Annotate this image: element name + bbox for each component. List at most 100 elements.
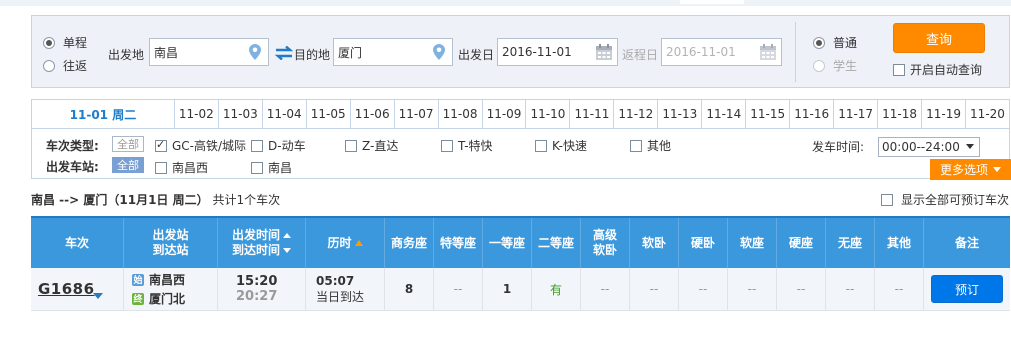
to-station: 终 厦门北 (132, 290, 185, 307)
date-tab[interactable]: 11-15 (745, 100, 790, 128)
cell-duration: 05:07 当日到达 (306, 268, 385, 310)
seat-count: -- (894, 282, 904, 296)
sort-down-icon[interactable] (283, 248, 291, 253)
checkbox[interactable] (893, 63, 905, 76)
seat-count: 1 (502, 282, 512, 296)
col-train-no-label: 车次 (64, 235, 89, 250)
show-all-checkbox[interactable]: 显示全部可预订车次 (881, 191, 1009, 208)
seat-count: -- (453, 282, 463, 296)
date-tab[interactable]: 11-02 (173, 100, 218, 128)
chevron-down-icon (966, 144, 974, 149)
expand-stops-icon[interactable] (93, 293, 103, 299)
date-tab[interactable]: 11-05 (305, 100, 350, 128)
checkbox[interactable] (535, 139, 547, 152)
col-stations: 出发站 到达站 (124, 218, 218, 268)
col-second: 二等座 (532, 218, 581, 268)
station-all-button[interactable]: 全部 (112, 157, 144, 173)
checkbox[interactable] (441, 139, 453, 152)
checkbox[interactable] (251, 161, 263, 174)
depart-date-label: 出发日 (458, 48, 495, 62)
col-times[interactable]: 出发时间 到达时间 (218, 218, 306, 268)
date-tab[interactable]: 11-17 (833, 100, 878, 128)
location-pin-icon[interactable] (433, 44, 445, 60)
from-label: 出发地 (108, 48, 145, 62)
date-tab[interactable]: 11-18 (877, 100, 922, 128)
train-count: 共计1个车次 (212, 193, 281, 207)
book-button[interactable]: 预订 (931, 275, 1003, 303)
sort-up-icon[interactable] (283, 233, 291, 238)
seat-count: -- (600, 282, 610, 296)
depart-time-select[interactable]: 00:00--24:00 (878, 137, 980, 157)
cell-remark: 预订 (924, 268, 1010, 310)
filter-other[interactable]: 其他 (630, 137, 671, 154)
filter-d[interactable]: D-动车 (251, 137, 306, 154)
date-tab[interactable]: 11-20 (965, 100, 1009, 128)
passenger-student-radio[interactable]: 学生 (813, 57, 857, 74)
search-button[interactable]: 查询 (893, 23, 985, 53)
date-tab[interactable]: 11-08 (437, 100, 482, 128)
col-from-station-label: 出发站 (152, 228, 189, 242)
table-header: 车次 出发站 到达站 出发时间 到达时间 历时 商务座 特等座 一等座 二等座 高… (31, 216, 1010, 268)
passenger-normal-label: 普通 (833, 36, 858, 50)
filter-z[interactable]: Z-直达 (345, 137, 398, 154)
date-tab[interactable]: 11-03 (217, 100, 262, 128)
end-station-icon: 终 (132, 292, 144, 305)
date-tab[interactable]: 11-06 (349, 100, 394, 128)
checkbox[interactable] (881, 193, 893, 206)
train-number-link[interactable]: G1686 (38, 280, 95, 298)
filter-t[interactable]: T-特快 (441, 137, 493, 154)
passenger-normal-radio[interactable]: 普通 (813, 34, 857, 51)
filter-station-nanchangxi[interactable]: 南昌西 (155, 159, 208, 176)
seat-count: -- (845, 282, 855, 296)
date-tab[interactable]: 11-10 (525, 100, 570, 128)
depart-date-value: 2016-11-01 (502, 45, 572, 59)
cell-soft-sleeper: -- (630, 268, 679, 310)
col-hard-seat-label: 硬座 (788, 235, 813, 250)
location-pin-icon[interactable] (249, 44, 261, 60)
checkbox[interactable] (155, 161, 167, 174)
checkbox[interactable] (345, 139, 357, 152)
trip-type-oneway-radio[interactable]: 单程 (43, 34, 87, 51)
col-soft-sleeper: 软卧 (630, 218, 679, 268)
date-tab[interactable]: 11-09 (481, 100, 526, 128)
seat-count: -- (747, 282, 757, 296)
auto-query-checkbox[interactable]: 开启自动查询 (893, 61, 982, 78)
more-options-button[interactable]: 更多选项 (930, 159, 1011, 180)
filter-d-label: D-动车 (268, 139, 306, 153)
sort-up-icon[interactable] (354, 240, 363, 246)
cell-senior-soft-sleeper: -- (581, 268, 630, 310)
filter-gc[interactable]: GC-高铁/城际 (155, 137, 246, 154)
swap-stations-icon[interactable] (275, 46, 293, 60)
checkbox[interactable] (630, 139, 642, 152)
train-type-all-button[interactable]: 全部 (112, 136, 144, 152)
checkbox[interactable] (251, 139, 263, 152)
col-remark-label: 备注 (954, 235, 979, 250)
filter-station-nanchang[interactable]: 南昌 (251, 159, 292, 176)
date-tab[interactable]: 11-19 (921, 100, 966, 128)
cell-hard-sleeper: -- (679, 268, 728, 310)
date-tab[interactable]: 11-16 (789, 100, 834, 128)
col-first: 一等座 (483, 218, 532, 268)
arrive-time: 20:27 (236, 289, 278, 304)
calendar-icon[interactable] (595, 43, 613, 61)
calendar-icon[interactable] (759, 43, 777, 61)
to-label: 目的地 (294, 48, 331, 62)
query-divider (795, 22, 796, 82)
to-station-name: 厦门北 (149, 292, 186, 306)
date-tab-active[interactable]: 11-01 周二 (32, 100, 174, 128)
filter-k[interactable]: K-快速 (535, 137, 587, 154)
date-tab[interactable]: 11-04 (261, 100, 306, 128)
date-tab[interactable]: 11-13 (657, 100, 702, 128)
date-tab[interactable]: 11-11 (569, 100, 614, 128)
col-soft-sleeper-label: 软卧 (641, 235, 666, 250)
col-duration[interactable]: 历时 (306, 218, 385, 268)
date-tab[interactable]: 11-07 (393, 100, 438, 128)
filter-t-label: T-特快 (458, 139, 493, 153)
col-senior-label: 高级 (592, 228, 617, 242)
date-tab[interactable]: 11-14 (701, 100, 746, 128)
checkbox-checked[interactable] (155, 138, 167, 152)
date-tab[interactable]: 11-12 (613, 100, 658, 128)
seat-count: -- (649, 282, 659, 296)
trip-type-roundtrip-radio[interactable]: 往返 (43, 57, 87, 74)
depart-time-label: 发车时间: (812, 140, 865, 154)
